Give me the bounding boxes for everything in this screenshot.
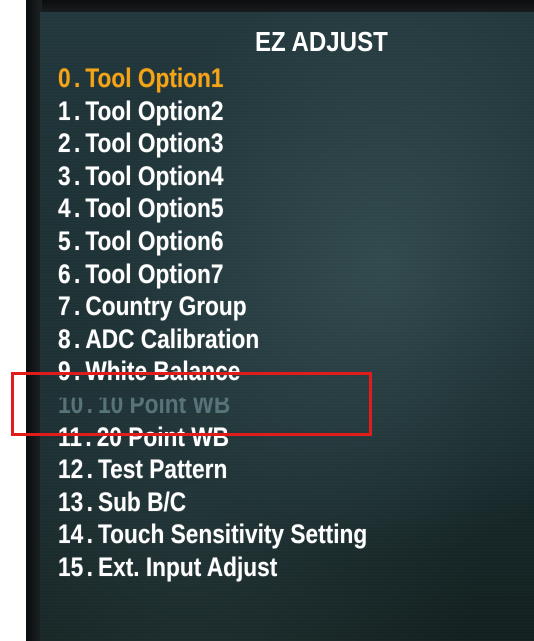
menu-item-tool-option5[interactable]: 4. Tool Option5 xyxy=(58,192,367,225)
menu-item-touch-sensitivity-setting[interactable]: 14. Touch Sensitivity Setting xyxy=(58,518,367,551)
menu-item-separator: . xyxy=(73,128,81,159)
menu-item-label: Tool Option4 xyxy=(85,160,224,191)
tv-screen: EZ ADJUST 0. Tool Option1 1. Tool Option2 … xyxy=(40,12,534,641)
menu-item-number: 0 xyxy=(58,63,71,93)
menu-item-tool-option1[interactable]: 0. Tool Option1 xyxy=(58,62,367,95)
menu-item-label: Country Group xyxy=(85,291,247,322)
menu-item-ext-input-adjust[interactable]: 15. Ext. Input Adjust xyxy=(58,551,367,584)
menu-item-label: ADC Calibration xyxy=(85,323,260,354)
menu-item-tool-option3[interactable]: 2. Tool Option3 xyxy=(58,127,367,160)
menu-item-number: 5 xyxy=(58,225,71,256)
menu-item-label: Tool Option7 xyxy=(85,258,224,289)
menu-item-label: Sub B/C xyxy=(97,486,187,517)
menu-item-separator: . xyxy=(73,95,81,126)
menu-item-separator: . xyxy=(73,63,81,93)
menu-item-separator: . xyxy=(73,225,81,256)
menu-item-test-pattern[interactable]: 12. Test Pattern xyxy=(58,453,367,486)
red-highlight-box xyxy=(11,372,372,436)
menu-item-tool-option4[interactable]: 3. Tool Option4 xyxy=(58,160,367,193)
menu-item-number: 14 xyxy=(58,519,84,550)
menu-item-separator: . xyxy=(73,258,81,289)
menu-item-label: Tool Option3 xyxy=(85,128,224,159)
menu-item-number: 6 xyxy=(58,258,71,289)
menu-item-separator: . xyxy=(86,519,93,550)
menu-item-label: Touch Sensitivity Setting xyxy=(97,519,368,550)
tv-photo: EZ ADJUST 0. Tool Option1 1. Tool Option2 … xyxy=(0,0,534,641)
menu-item-separator: . xyxy=(86,551,93,582)
menu-item-country-group[interactable]: 7. Country Group xyxy=(58,290,367,323)
menu-item-separator: . xyxy=(73,323,81,354)
menu-item-separator: . xyxy=(73,160,81,191)
menu-list: 0. Tool Option1 1. Tool Option2 2. Tool Opt… xyxy=(58,62,426,584)
menu-item-separator: . xyxy=(86,486,93,517)
menu-item-number: 8 xyxy=(58,323,71,354)
menu-item-label: Tool Option5 xyxy=(85,193,224,224)
menu-item-sub-bc[interactable]: 13. Sub B/C xyxy=(58,486,367,519)
menu-item-separator: . xyxy=(73,193,81,224)
menu-item-number: 12 xyxy=(58,454,84,485)
menu-item-label: Ext. Input Adjust xyxy=(97,551,278,582)
menu-item-label: Test Pattern xyxy=(97,454,228,485)
menu-item-number: 4 xyxy=(58,193,71,224)
menu-item-number: 3 xyxy=(58,160,71,191)
menu-item-tool-option6[interactable]: 5. Tool Option6 xyxy=(58,225,367,258)
menu-item-tool-option7[interactable]: 6. Tool Option7 xyxy=(58,258,367,291)
menu-item-tool-option2[interactable]: 1. Tool Option2 xyxy=(58,95,367,128)
menu-item-label: Tool Option6 xyxy=(85,225,224,256)
menu-item-number: 15 xyxy=(58,551,84,582)
menu-item-separator: . xyxy=(73,291,81,322)
menu-item-number: 1 xyxy=(58,95,71,126)
menu-title: EZ ADJUST xyxy=(254,26,388,57)
menu-item-number: 13 xyxy=(58,486,84,517)
menu-item-separator: . xyxy=(86,454,93,485)
menu-item-number: 2 xyxy=(58,128,71,159)
menu-item-label: Tool Option2 xyxy=(85,95,224,126)
menu-item-adc-calibration[interactable]: 8. ADC Calibration xyxy=(58,323,367,354)
menu-item-label: Tool Option1 xyxy=(85,63,224,93)
menu-item-number: 7 xyxy=(58,291,71,322)
